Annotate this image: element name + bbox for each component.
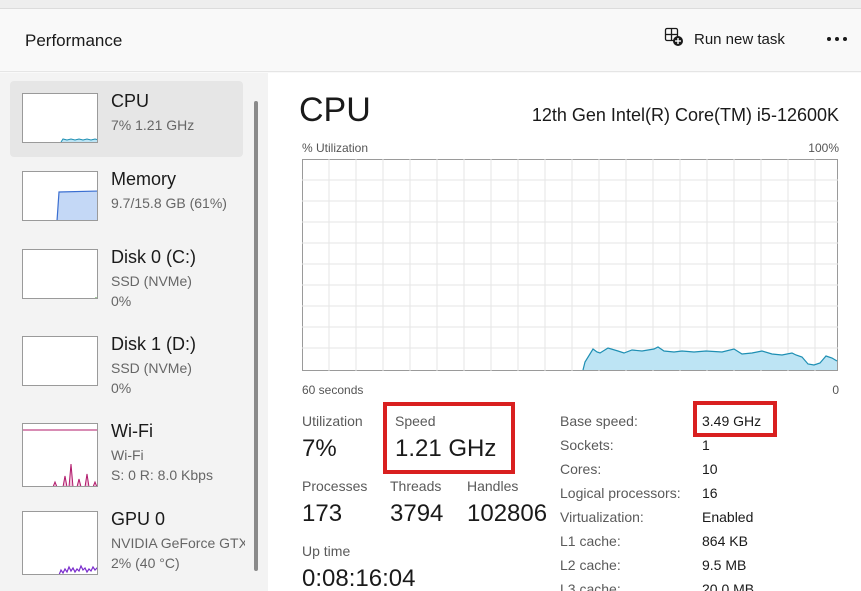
sidebar-item-type: SSD (NVMe) <box>111 360 192 376</box>
disk-1-thumbnail-graph <box>22 336 98 386</box>
utilization-value: 7% <box>302 435 337 462</box>
spec-value-l1-cache: 864 KB <box>702 533 748 549</box>
header-bar: Performance Run new task <box>0 9 861 72</box>
graph-x-left-label: 60 seconds <box>302 383 364 397</box>
cpu-thumbnail-graph <box>22 93 98 143</box>
spec-label-virtualization: Virtualization: <box>560 509 644 525</box>
run-task-icon <box>664 27 684 52</box>
spec-value-virtualization: Enabled <box>702 509 754 525</box>
spec-value-sockets: 1 <box>702 437 710 453</box>
graph-x-right-label: 0 <box>832 383 839 397</box>
cpu-utilization-graph <box>302 159 838 371</box>
more-horizontal-icon <box>827 37 847 41</box>
sidebar-item-detail: 0% <box>111 293 132 309</box>
processes-value: 173 <box>302 500 343 527</box>
sidebar-item-disk-1[interactable]: Disk 1 (D:) SSD (NVMe) 0% <box>10 324 243 400</box>
threads-value: 3794 <box>390 500 444 527</box>
sidebar-item-type: SSD (NVMe) <box>111 273 192 289</box>
sidebar-item-detail: 0% <box>111 380 132 396</box>
spec-label-base-speed: Base speed: <box>560 413 638 429</box>
speed-value: 1.21 GHz <box>395 435 497 462</box>
spec-label-l1-cache: L1 cache: <box>560 533 621 549</box>
page-title: Performance <box>25 31 123 50</box>
memory-thumbnail-graph <box>22 171 98 221</box>
wifi-thumbnail-graph <box>22 423 98 487</box>
handles-label: Handles <box>467 478 519 494</box>
sidebar-item-wifi[interactable]: Wi-Fi Wi-Fi S: 0 R: 8.0 Kbps <box>10 411 243 487</box>
sidebar-item-name: CPU <box>111 91 150 111</box>
spec-value-base-speed: 3.49 GHz <box>702 413 762 429</box>
uptime-value: 0:08:16:04 <box>302 565 416 591</box>
cpu-detail-panel: CPU 12th Gen Intel(R) Core(TM) i5-12600K… <box>268 73 861 591</box>
cpu-heading: CPU <box>299 91 371 129</box>
sidebar-scrollbar[interactable] <box>254 101 258 571</box>
sidebar-item-name: GPU 0 <box>111 509 166 529</box>
graph-y-axis-label: % Utilization <box>302 141 369 155</box>
run-new-task-button[interactable]: Run new task <box>664 25 785 53</box>
sidebar-item-name: Disk 1 (D:) <box>111 334 196 354</box>
sidebar-item-name: Memory <box>111 169 177 189</box>
uptime-label: Up time <box>302 543 351 559</box>
gpu-thumbnail-graph <box>22 511 98 575</box>
sidebar-item-memory[interactable]: Memory 9.7/15.8 GB (61%) <box>10 159 243 235</box>
sidebar-item-detail: 7% 1.21 GHz <box>111 117 195 133</box>
graph-y-max-label: 100% <box>808 141 839 155</box>
sidebar-item-type: Wi-Fi <box>111 447 144 463</box>
spec-value-cores: 10 <box>702 461 718 477</box>
sidebar-item-disk-0[interactable]: Disk 0 (C:) SSD (NVMe) 0% <box>10 237 243 313</box>
processes-label: Processes <box>302 478 368 494</box>
handles-value: 102806 <box>467 500 548 527</box>
sidebar-item-name: Disk 0 (C:) <box>111 247 196 267</box>
sidebar-item-detail: S: 0 R: 8.0 Kbps <box>111 467 213 483</box>
sidebar-item-type: NVIDIA GeForce GTX <box>111 535 245 551</box>
spec-value-l3-cache: 20.0 MB <box>702 581 755 591</box>
threads-label: Threads <box>390 478 442 494</box>
spec-value-l2-cache: 9.5 MB <box>702 557 747 573</box>
disk-0-thumbnail-graph <box>22 249 98 299</box>
sidebar-item-cpu[interactable]: CPU 7% 1.21 GHz <box>10 81 243 157</box>
run-new-task-label: Run new task <box>694 30 785 48</box>
speed-label: Speed <box>395 413 436 429</box>
spec-label-l3-cache: L3 cache: <box>560 581 621 591</box>
sidebar-item-detail: 2% (40 °C) <box>111 555 180 571</box>
spec-label-sockets: Sockets: <box>560 437 614 453</box>
more-options-button[interactable] <box>823 27 851 51</box>
sidebar-item-detail: 9.7/15.8 GB (61%) <box>111 195 227 211</box>
cpu-model-name: 12th Gen Intel(R) Core(TM) i5-12600K <box>531 105 839 125</box>
utilization-label: Utilization <box>302 413 363 429</box>
spec-value-logical-processors: 16 <box>702 485 718 501</box>
spec-label-cores: Cores: <box>560 461 602 477</box>
sidebar-item-gpu-0[interactable]: GPU 0 NVIDIA GeForce GTX 2% (40 °C) <box>10 499 245 575</box>
performance-sidebar: CPU 7% 1.21 GHz Memory 9.7/15.8 GB (61%)… <box>0 73 268 591</box>
sidebar-item-name: Wi-Fi <box>111 421 153 441</box>
spec-label-logical-processors: Logical processors: <box>560 485 681 501</box>
spec-label-l2-cache: L2 cache: <box>560 557 621 573</box>
task-manager-window: Performance Run new task CPU 7% 1.21 GHz… <box>0 8 861 591</box>
